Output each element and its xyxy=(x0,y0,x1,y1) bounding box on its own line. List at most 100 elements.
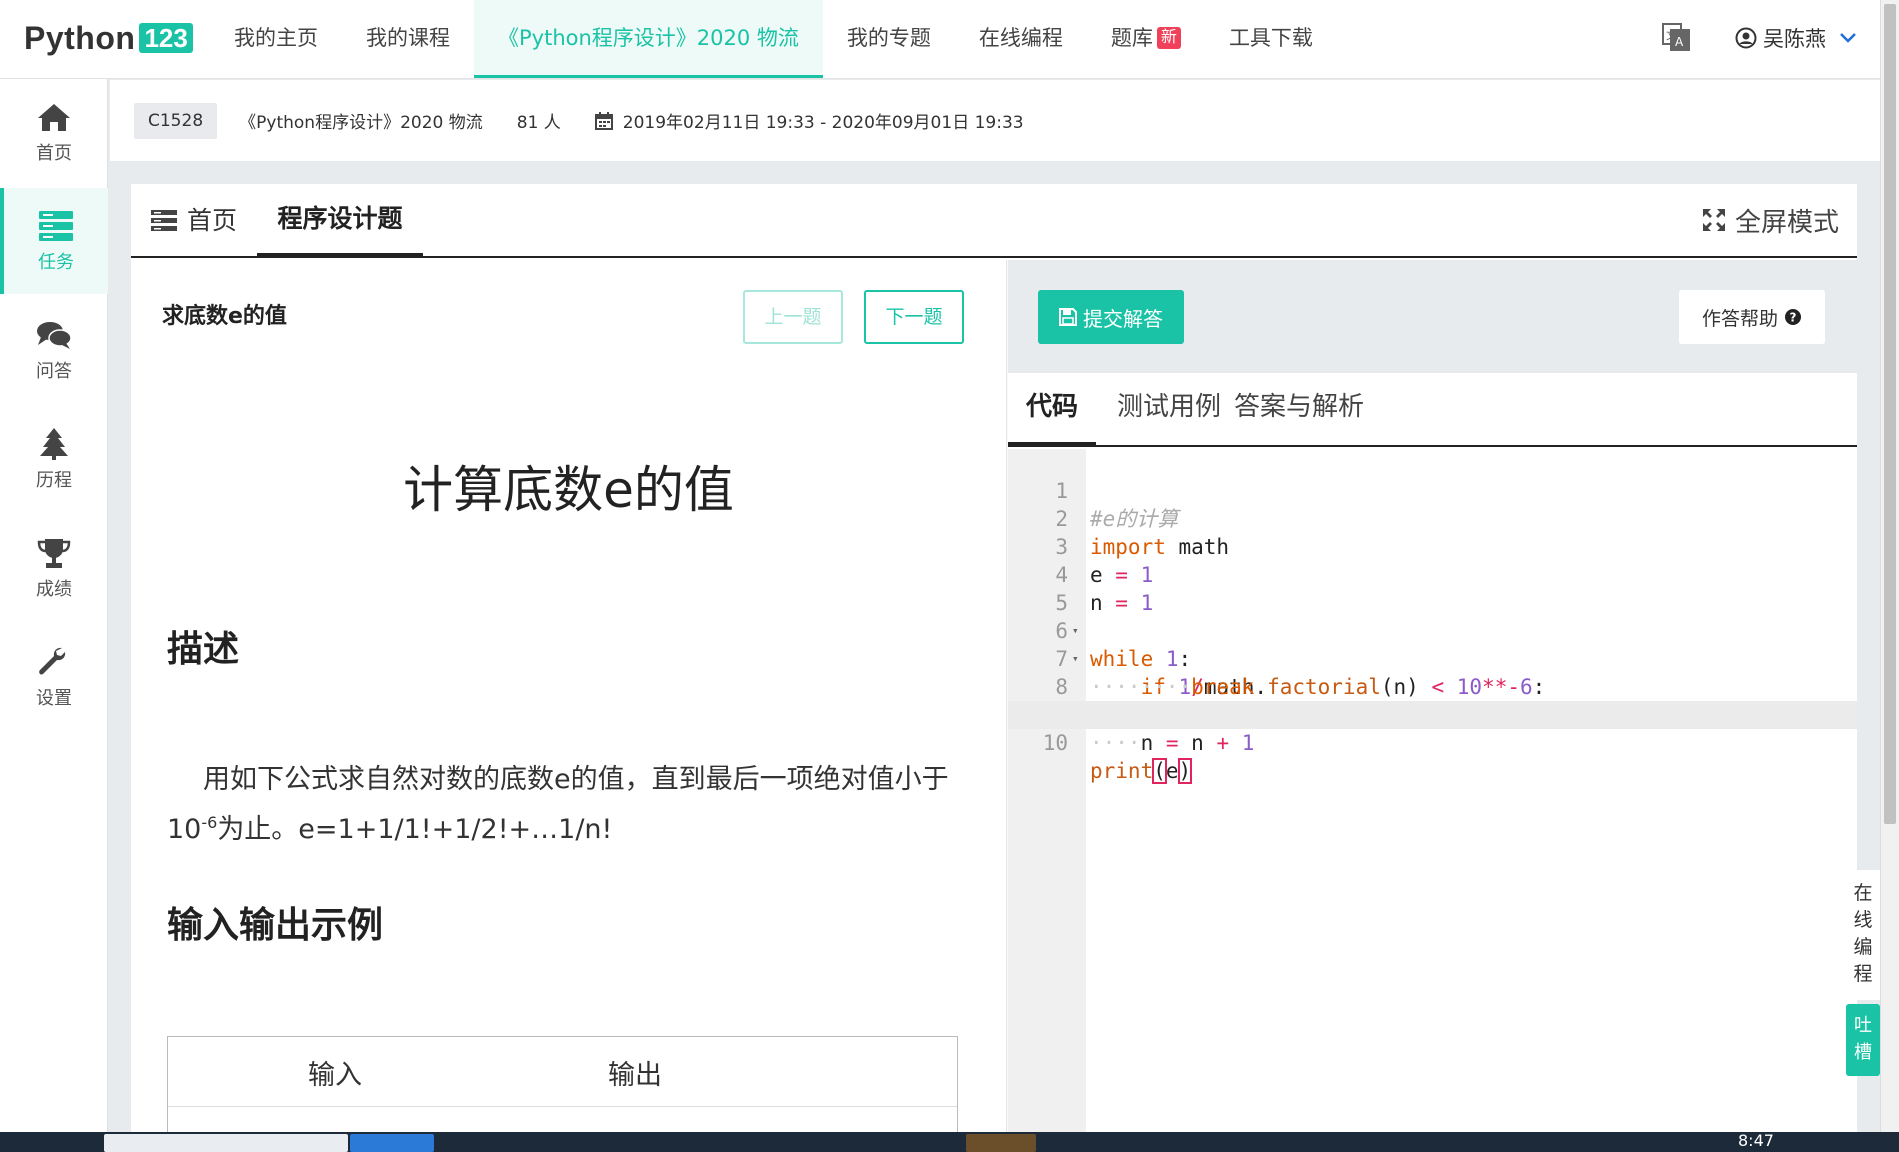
svg-text:?: ? xyxy=(1790,311,1797,325)
code-line[interactable]: 2 import math xyxy=(1008,477,1857,559)
sidebar-item-settings[interactable]: 设置 xyxy=(0,624,108,730)
tab-home[interactable]: 首页 xyxy=(151,184,237,258)
save-icon xyxy=(1059,308,1077,326)
taskbar-clock: 8:47 xyxy=(1738,1132,1774,1150)
scrollbar-thumb[interactable] xyxy=(1884,4,1896,824)
nav-item-online-coding[interactable]: 在线编程 xyxy=(955,0,1087,78)
sidebar-item-home[interactable]: 首页 xyxy=(0,79,108,185)
taskbar-search-box[interactable] xyxy=(104,1134,348,1152)
sidebar-item-qa[interactable]: 问答 xyxy=(0,297,108,403)
nav-item-my-courses[interactable]: 我的课程 xyxy=(342,0,474,78)
code-tabs: 代码 测试用例 答案与解析 xyxy=(1008,373,1857,447)
top-navbar: Python 123 我的主页 我的课程 《Python程序设计》2020 物流… xyxy=(0,0,1880,79)
problem-title: 求底数e的值 xyxy=(162,304,287,329)
tab-programming[interactable]: 程序设计题 xyxy=(257,184,423,258)
code-text: print(e) xyxy=(1090,758,1193,784)
taskbar-app-icon[interactable] xyxy=(350,1134,434,1152)
online-coding-float-button[interactable]: 在线编程 xyxy=(1846,870,1880,1000)
sidebar-item-history[interactable]: 历程 xyxy=(0,406,108,512)
main-nav: 我的主页 我的课程 《Python程序设计》2020 物流 我的专题 在线编程 … xyxy=(210,0,1337,78)
sidebar-item-label: 首页 xyxy=(36,143,72,164)
fullscreen-label: 全屏模式 xyxy=(1734,207,1839,238)
code-line[interactable]: 6 ▾ ····if 1/math.factorial(n) < 10**-6: xyxy=(1008,589,1857,699)
svg-text:A: A xyxy=(1675,35,1684,49)
nav-item-question-bank-label: 题库 xyxy=(1110,26,1153,50)
code-line-active[interactable]: 10 print(e) xyxy=(1008,701,1857,784)
tab-test-cases[interactable]: 测试用例 xyxy=(1117,373,1221,447)
editor-toolbar: 提交解答 作答帮助 ? xyxy=(1008,260,1857,373)
sidebar-item-label: 问答 xyxy=(36,361,72,382)
panel-tabs: 首页 程序设计题 全屏模式 xyxy=(131,184,1857,258)
sidebar-item-label: 历程 xyxy=(36,470,72,491)
question-circle-icon: ? xyxy=(1785,309,1801,325)
nav-item-tool-download[interactable]: 工具下载 xyxy=(1205,0,1337,78)
translate-icon[interactable]: 文 A xyxy=(1661,22,1691,52)
io-example-table: 输入 输出 xyxy=(167,1036,958,1132)
answer-help-button[interactable]: 作答帮助 ? xyxy=(1679,290,1825,344)
os-taskbar: 8:47 xyxy=(0,1132,1899,1152)
submit-answer-button[interactable]: 提交解答 xyxy=(1038,290,1184,344)
sidebar-item-label: 成绩 xyxy=(36,579,72,600)
prev-question-button[interactable]: 上一题 xyxy=(743,290,843,344)
chevron-down-icon xyxy=(1840,33,1856,43)
code-line[interactable]: 7 ········break xyxy=(1008,617,1857,699)
python123-logo[interactable]: Python 123 xyxy=(24,18,193,58)
nav-item-my-home[interactable]: 我的主页 xyxy=(210,0,342,78)
nav-item-my-topics[interactable]: 我的专题 xyxy=(823,0,955,78)
logo-number: 123 xyxy=(139,23,193,53)
code-text: ····n = n + 1 xyxy=(1090,731,1255,755)
problem-description: 用如下公式求自然对数的底数e的值，直到最后一项绝对值小于10-6为止。e=1+1… xyxy=(167,755,967,855)
code-line[interactable]: 8 ····e = e + 1/math.factorial(n) xyxy=(1008,645,1857,727)
tree-icon xyxy=(40,428,68,460)
io-output-header: 输出 xyxy=(608,1060,662,1091)
answer-help-label: 作答帮助 xyxy=(1701,307,1778,330)
main-panel: 首页 程序设计题 全屏模式 求底数e的值 上一题 下一题 计算底数e的值 描述 … xyxy=(131,184,1857,1132)
nav-item-question-bank[interactable]: 题库新 xyxy=(1087,0,1205,78)
nav-item-current-course[interactable]: 《Python程序设计》2020 物流 xyxy=(474,0,823,78)
left-sidebar: 首页 任务 问答 历程 成绩 设置 xyxy=(0,79,108,1132)
tasks-icon xyxy=(151,210,177,231)
calendar-icon xyxy=(594,111,613,130)
course-code-badge: C1528 xyxy=(134,102,218,139)
code-editor[interactable]: 1 #e的计算 2 import math 3 e = 1 4 n = 1 5 … xyxy=(1008,449,1857,1132)
comments-icon xyxy=(37,322,72,349)
member-count: 81 人 xyxy=(516,113,561,133)
submit-answer-label: 提交解答 xyxy=(1083,306,1163,331)
code-line[interactable]: 9 ····n = n + 1 xyxy=(1008,673,1857,755)
sidebar-item-tasks[interactable]: 任务 xyxy=(0,188,108,294)
io-input-header: 输入 xyxy=(308,1060,362,1091)
description-superscript: -6 xyxy=(201,813,218,832)
tab-code[interactable]: 代码 xyxy=(1008,373,1096,447)
code-line[interactable]: 5 ▾ while 1: xyxy=(1008,561,1857,671)
io-table-header: 输入 输出 xyxy=(168,1037,957,1107)
home-icon xyxy=(38,104,70,131)
problem-heading: 计算底数e的值 xyxy=(403,461,734,519)
tasks-icon xyxy=(39,211,73,241)
user-name: 吴陈燕 xyxy=(1763,27,1826,51)
expand-icon xyxy=(1702,209,1725,231)
code-line[interactable]: 4 n = 1 xyxy=(1008,533,1857,615)
code-line[interactable]: 1 #e的计算 xyxy=(1008,449,1857,531)
user-circle-icon xyxy=(1735,27,1757,49)
course-period: 2019年02月11日 19:33 - 2020年09月01日 19:33 xyxy=(622,113,1024,133)
line-number: 10 xyxy=(1042,731,1068,755)
code-line[interactable]: 3 e = 1 xyxy=(1008,505,1857,587)
io-example-heading: 输入输出示例 xyxy=(167,905,384,946)
sidebar-item-label: 设置 xyxy=(36,688,72,709)
logo-text: Python xyxy=(24,19,136,56)
course-name: 《Python程序设计》2020 物流 xyxy=(239,113,483,133)
taskbar-app-icon[interactable] xyxy=(966,1134,1036,1152)
feedback-float-button[interactable]: 吐槽 xyxy=(1846,1004,1880,1076)
trophy-icon xyxy=(37,539,71,568)
course-info-bar: C1528 《Python程序设计》2020 物流 81 人 2019年02月1… xyxy=(110,80,1880,161)
sidebar-item-grades[interactable]: 成绩 xyxy=(0,515,108,621)
page-scrollbar[interactable] xyxy=(1880,0,1899,1132)
fullscreen-button[interactable]: 全屏模式 xyxy=(1701,202,1839,238)
description-text-2: 为止。e=1+1/1!+1/2!+…1/n! xyxy=(217,814,613,845)
tab-home-label: 首页 xyxy=(187,206,238,235)
new-badge: 新 xyxy=(1156,27,1181,49)
tab-answer-analysis[interactable]: 答案与解析 xyxy=(1234,373,1364,447)
description-heading: 描述 xyxy=(167,629,240,670)
user-menu[interactable]: 吴陈燕 xyxy=(1735,22,1856,54)
next-question-button[interactable]: 下一题 xyxy=(864,290,964,344)
